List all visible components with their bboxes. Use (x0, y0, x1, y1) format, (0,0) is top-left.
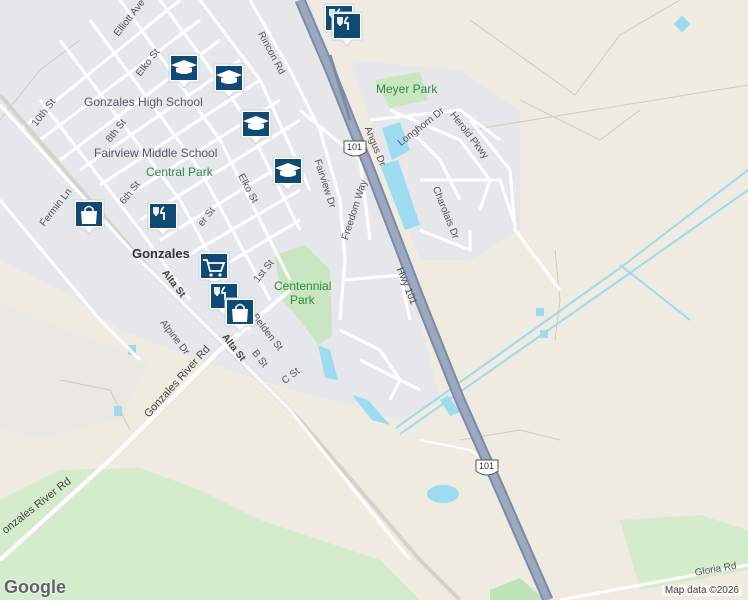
pond-small-1 (536, 308, 544, 316)
restaurant-marker[interactable] (330, 10, 364, 48)
restaurant-marker[interactable] (146, 200, 180, 238)
school-icon (240, 109, 272, 145)
restaurant-icon (331, 11, 363, 47)
shopping-bag-marker[interactable] (223, 296, 257, 334)
school-marker[interactable] (271, 155, 305, 193)
map-attribution: Map data ©2026 (661, 585, 742, 596)
school-icon (213, 63, 245, 99)
shopping-bag-icon (73, 199, 105, 235)
school-marker[interactable] (239, 108, 273, 146)
map-canvas[interactable] (0, 0, 748, 600)
shopping-bag-icon (224, 297, 256, 333)
school-marker[interactable] (167, 52, 201, 90)
pond-south (427, 485, 459, 503)
shopping-bag-marker[interactable] (72, 198, 106, 236)
route-101-shield-bottom (475, 459, 499, 476)
restaurant-icon (147, 201, 179, 237)
school-icon (168, 53, 200, 89)
route-101-shield-top (343, 140, 367, 157)
school-marker[interactable] (212, 62, 246, 100)
school-icon (272, 156, 304, 192)
google-logo: Google (4, 577, 66, 597)
